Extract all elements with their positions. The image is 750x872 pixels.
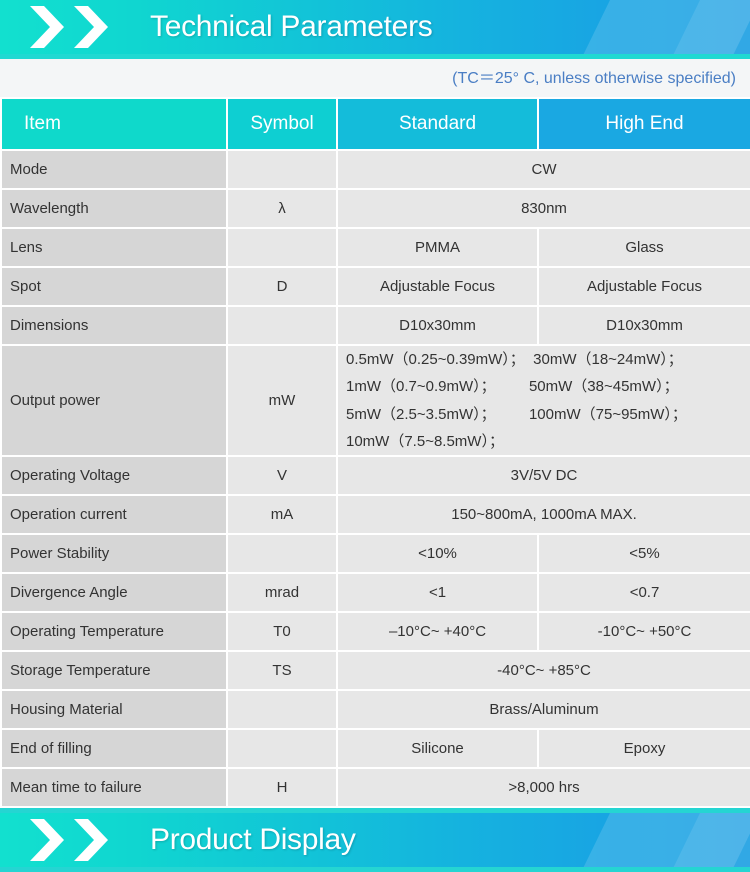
row-item-label: Mean time to failure	[2, 769, 226, 807]
row-symbol: mrad	[228, 574, 336, 612]
row-high-end-value: <0.7	[539, 574, 750, 612]
row-high-end-value: Adjustable Focus	[539, 268, 750, 305]
row-item-label: Output power	[2, 346, 226, 456]
row-combined-value: CW	[338, 151, 750, 188]
row-symbol	[228, 229, 336, 266]
row-combined-value: -40°C~ +85°C	[338, 652, 750, 690]
row-item-label: Mode	[2, 151, 226, 188]
row-item-label: Storage Temperature	[2, 652, 226, 690]
table-row: Operating Voltage V 3V/5V DC	[2, 457, 750, 495]
table-row: Mean time to failure H >8,000 hrs	[2, 769, 750, 807]
row-standard-value: Adjustable Focus	[338, 268, 537, 305]
column-header-high-end: High End	[539, 99, 750, 149]
row-item-label: Spot	[2, 268, 226, 305]
subtitle-bar: (TC＝25° C, unless otherwise specified)	[0, 59, 750, 97]
table-row: Operating Temperature T0 –10°C~ +40°C -10°C…	[2, 613, 750, 651]
double-chevron-right-icon-2	[74, 819, 108, 862]
footer-chevron-group	[30, 813, 116, 867]
row-combined-value: Brass/Aluminum	[338, 691, 750, 729]
row-symbol: λ	[228, 190, 336, 227]
table-body: Mode CW Wavelength λ 830nm Lens PMMA Glass Spot D…	[2, 151, 750, 807]
row-high-end-value: Glass	[539, 229, 750, 266]
row-item-label: Dimensions	[2, 307, 226, 344]
double-chevron-right-icon-2	[74, 6, 108, 48]
row-combined-value: 150~800mA, 1000mA MAX.	[338, 496, 750, 534]
table-row: Housing Material Brass/Aluminum	[2, 691, 750, 729]
row-symbol	[228, 730, 336, 768]
table-row: Operation current mA 150~800mA, 1000mA MAX…	[2, 496, 750, 534]
row-high-end-value: <5%	[539, 535, 750, 573]
row-item-label: Divergence Angle	[2, 574, 226, 612]
row-item-label: Operating Voltage	[2, 457, 226, 495]
row-standard-value: <10%	[338, 535, 537, 573]
table-row: Storage Temperature TS -40°C~ +85°C	[2, 652, 750, 690]
row-high-end-value: -10°C~ +50°C	[539, 613, 750, 651]
table-row: Mode CW	[2, 151, 750, 188]
row-item-label: Wavelength	[2, 190, 226, 227]
technical-parameters-page: Technical Parameters (TC＝25° C, unless o…	[0, 0, 750, 872]
table-row: Lens PMMA Glass	[2, 229, 750, 266]
footer-banner: Product Display	[0, 813, 750, 868]
table-row: End of filling Silicone Epoxy	[2, 730, 750, 768]
row-combined-value: >8,000 hrs	[338, 769, 750, 807]
row-symbol: D	[228, 268, 336, 305]
double-chevron-right-icon	[30, 6, 64, 48]
row-item-label: Power Stability	[2, 535, 226, 573]
table-row: Wavelength λ 830nm	[2, 190, 750, 227]
table-header-row: Item Symbol Standard High End	[2, 99, 750, 149]
row-high-end-value: Epoxy	[539, 730, 750, 768]
row-standard-value: Silicone	[338, 730, 537, 768]
table-row: Divergence Angle mrad <1 <0.7	[2, 574, 750, 612]
specification-table: Item Symbol Standard High End Mode CW Wave…	[0, 97, 750, 809]
header-banner: Technical Parameters	[0, 0, 750, 54]
double-chevron-right-icon	[30, 819, 64, 862]
row-standard-value: –10°C~ +40°C	[338, 613, 537, 651]
row-item-label: End of filling	[2, 730, 226, 768]
row-symbol	[228, 535, 336, 573]
row-symbol	[228, 691, 336, 729]
table-row: Dimensions D10x30mm D10x30mm	[2, 307, 750, 344]
row-item-label: Housing Material	[2, 691, 226, 729]
row-symbol: TS	[228, 652, 336, 690]
row-item-label: Operation current	[2, 496, 226, 534]
row-symbol: mA	[228, 496, 336, 534]
table-row: Spot D Adjustable Focus Adjustable Focus	[2, 268, 750, 305]
header-chevron-group	[30, 0, 116, 54]
footer-title: Product Display	[150, 823, 356, 857]
row-symbol	[228, 307, 336, 344]
table-row: Output power mW 0.5mW（0.25~0.39mW）； 30mW（1…	[2, 346, 750, 456]
row-standard-value: <1	[338, 574, 537, 612]
row-standard-value: D10x30mm	[338, 307, 537, 344]
footer-underline	[0, 867, 750, 872]
row-symbol: T0	[228, 613, 336, 651]
column-header-standard: Standard	[338, 99, 537, 149]
row-symbol: mW	[228, 346, 336, 456]
row-symbol: H	[228, 769, 336, 807]
column-header-symbol: Symbol	[228, 99, 336, 149]
row-combined-value: 3V/5V DC	[338, 457, 750, 495]
column-header-item: Item	[2, 99, 226, 149]
row-item-label: Lens	[2, 229, 226, 266]
row-high-end-value: D10x30mm	[539, 307, 750, 344]
row-item-label: Operating Temperature	[2, 613, 226, 651]
row-combined-value: 830nm	[338, 190, 750, 227]
row-standard-value: PMMA	[338, 229, 537, 266]
row-output-power-value: 0.5mW（0.25~0.39mW）； 30mW（18~24mW）； 1mW（0…	[338, 346, 750, 456]
row-symbol: V	[228, 457, 336, 495]
table-row: Power Stability <10% <5%	[2, 535, 750, 573]
page-title: Technical Parameters	[150, 10, 433, 43]
test-condition-note: (TC＝25° C, unless otherwise specified)	[452, 70, 736, 87]
row-symbol	[228, 151, 336, 188]
